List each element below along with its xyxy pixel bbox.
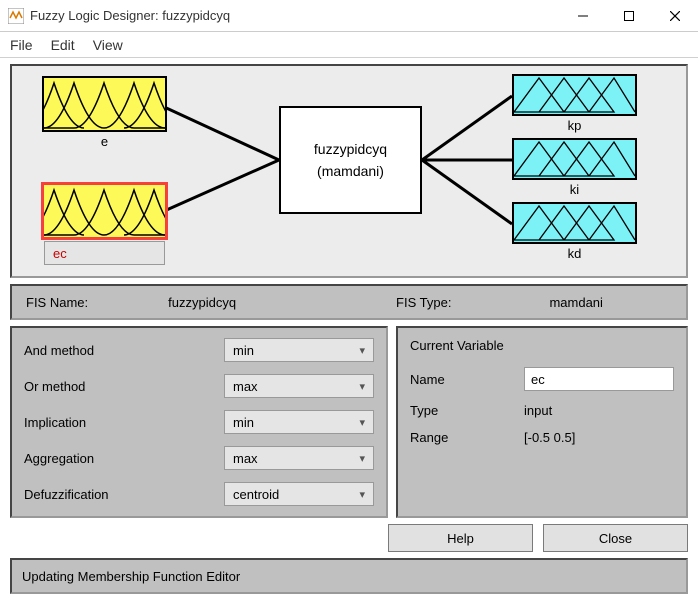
app-icon [8,8,24,24]
close-window-button[interactable] [652,0,698,32]
aggregation-select[interactable]: max▾ [224,446,374,470]
rule-block-type: (mamdani) [317,163,384,179]
or-method-select[interactable]: max▾ [224,374,374,398]
input-block-ec[interactable]: ec [41,182,168,240]
output-block-kp[interactable]: kp [512,74,637,116]
current-range-value: [-0.5 0.5] [524,430,674,445]
methods-panel: And method min▾ Or method max▾ Implicati… [10,326,388,518]
menu-bar: File Edit View [0,32,698,58]
chevron-down-icon: ▾ [359,344,365,357]
membership-icon [44,185,165,237]
menu-edit[interactable]: Edit [51,37,75,53]
and-method-label: And method [24,343,224,358]
current-range-label: Range [410,430,524,445]
output-block-kd[interactable]: kd [512,202,637,244]
implication-label: Implication [24,415,224,430]
menu-view[interactable]: View [93,37,123,53]
or-method-label: Or method [24,379,224,394]
help-button[interactable]: Help [388,524,533,552]
fis-type-label: FIS Type: [396,295,451,310]
minimize-button[interactable] [560,0,606,32]
maximize-button[interactable] [606,0,652,32]
status-text: Updating Membership Function Editor [22,569,240,584]
fis-diagram: e ec fuzzypidcyq (mamdani) kp [10,64,688,278]
output-label-kp: kp [514,118,635,133]
chevron-down-icon: ▾ [359,452,365,465]
defuzzification-select[interactable]: centroid▾ [224,482,374,506]
defuzzification-label: Defuzzification [24,487,224,502]
and-method-select[interactable]: min▾ [224,338,374,362]
fis-name-label: FIS Name: [26,295,88,310]
status-bar: Updating Membership Function Editor [10,558,688,594]
chevron-down-icon: ▾ [359,488,365,501]
fis-info-bar: FIS Name: fuzzypidcyq FIS Type: mamdani [10,284,688,320]
window-title: Fuzzy Logic Designer: fuzzypidcyq [30,8,560,23]
close-button[interactable]: Close [543,524,688,552]
menu-file[interactable]: File [10,37,33,53]
output-label-ki: ki [514,182,635,197]
chevron-down-icon: ▾ [359,416,365,429]
current-name-label: Name [410,372,524,387]
aggregation-label: Aggregation [24,451,224,466]
output-block-ki[interactable]: ki [512,138,637,180]
implication-select[interactable]: min▾ [224,410,374,434]
input-label-e: e [44,134,165,149]
membership-icon [514,76,635,114]
current-name-field[interactable]: ec [524,367,674,391]
fis-type-value: mamdani [549,295,602,310]
membership-icon [514,204,635,242]
current-type-value: input [524,403,674,418]
rule-block-name: fuzzypidcyq [314,141,387,157]
membership-icon [44,78,165,130]
current-variable-heading: Current Variable [410,338,674,353]
title-bar: Fuzzy Logic Designer: fuzzypidcyq [0,0,698,32]
chevron-down-icon: ▾ [359,380,365,393]
fis-name-value: fuzzypidcyq [168,295,236,310]
current-type-label: Type [410,403,524,418]
input-block-e[interactable]: e [42,76,167,132]
output-label-kd: kd [514,246,635,261]
current-variable-panel: Current Variable Name ec Type input Rang… [396,326,688,518]
rule-block[interactable]: fuzzypidcyq (mamdani) [279,106,422,214]
input-label-ec: ec [44,241,165,265]
membership-icon [514,140,635,178]
